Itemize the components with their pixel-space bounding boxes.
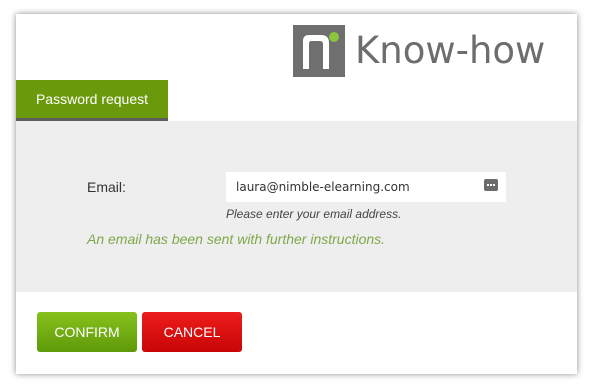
email-field[interactable] <box>226 172 506 202</box>
success-message: An email has been sent with further inst… <box>87 231 386 247</box>
know-how-logo-mark-icon <box>293 25 345 77</box>
logo: Know-how <box>293 25 545 77</box>
password-request-dialog: Know-how Password request Email: Please … <box>16 14 577 374</box>
email-label: Email: <box>87 179 126 195</box>
more-dots-icon[interactable] <box>484 179 498 191</box>
cancel-button[interactable]: CANCEL <box>142 312 242 352</box>
tab-password-request[interactable]: Password request <box>16 80 168 121</box>
email-hint: Please enter your email address. <box>226 207 402 221</box>
brand-name: Know-how <box>355 29 546 72</box>
form-panel: Email: Please enter your email address. … <box>16 121 577 292</box>
confirm-button[interactable]: CONFIRM <box>37 312 137 352</box>
